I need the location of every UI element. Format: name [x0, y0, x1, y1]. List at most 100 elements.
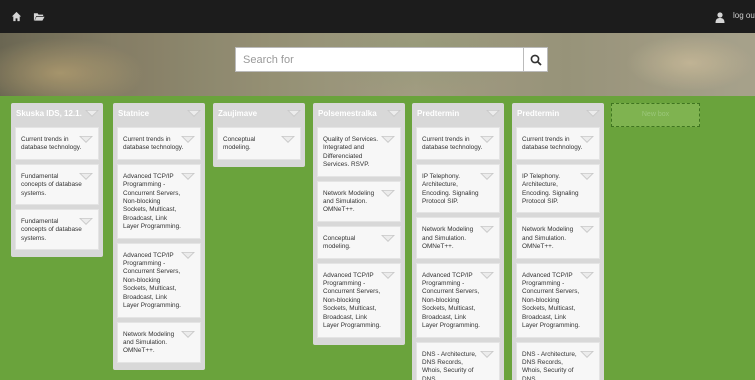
search-bar	[235, 47, 548, 72]
card[interactable]: Advanced TCP/IP Programming - Concurrent…	[317, 262, 401, 338]
chevron-down-icon[interactable]	[181, 131, 195, 143]
card[interactable]: Advanced TCP/IP Programming - Concurrent…	[516, 262, 600, 338]
list-column: Predtermin Current trends in database tec…	[512, 103, 604, 380]
search-button[interactable]	[523, 47, 548, 72]
chevron-down-icon[interactable]	[381, 185, 395, 197]
search-icon	[530, 54, 542, 66]
chevron-down-icon[interactable]	[580, 267, 594, 279]
card[interactable]: Fundamental concepts of database systems…	[15, 209, 99, 251]
card[interactable]: Advanced TCP/IP Programming - Concurrent…	[117, 163, 201, 239]
card-text: Network Modeling and Simulation. OMNeT++…	[123, 330, 175, 355]
card-text: Current trends in database technology.	[522, 136, 583, 152]
list-column: Predtermin Current trends in database tec…	[412, 103, 504, 380]
chevron-down-icon[interactable]	[79, 213, 93, 226]
list-title: Predtermin	[517, 109, 560, 118]
chevron-down-icon[interactable]	[586, 105, 600, 117]
chevron-down-icon[interactable]	[281, 131, 295, 143]
chevron-down-icon[interactable]	[79, 131, 93, 143]
list-header: Skuska IDS, 12.1.	[11, 103, 103, 127]
list-title: Statnice	[118, 109, 150, 118]
card[interactable]: DNS - Architecture, DNS Records, Whois, …	[416, 341, 500, 380]
chevron-down-icon[interactable]	[387, 105, 401, 117]
card[interactable]: Network Modeling and Simulation. OMNeT++…	[416, 217, 500, 259]
chevron-down-icon[interactable]	[480, 346, 494, 358]
folder-icon[interactable]	[33, 9, 47, 23]
chevron-down-icon[interactable]	[480, 221, 494, 234]
chevron-down-icon[interactable]	[381, 267, 395, 279]
card-text: Network Modeling and Simulation. OMNeT++…	[522, 226, 574, 251]
chevron-down-icon[interactable]	[480, 168, 494, 180]
card-text: Current trends in database technology.	[422, 136, 483, 152]
chevron-down-icon[interactable]	[187, 105, 201, 117]
chevron-down-icon[interactable]	[181, 168, 195, 180]
card-text: Conceptual modeling.	[223, 136, 256, 152]
card[interactable]: IP Telephony. Architecture, Encoding. Si…	[516, 163, 600, 214]
card-text: Advanced TCP/IP Programming - Concurrent…	[123, 251, 181, 310]
card-text: Advanced TCP/IP Programming - Concurrent…	[123, 172, 181, 231]
logout-link[interactable]: log out	[733, 11, 755, 20]
chevron-down-icon[interactable]	[580, 168, 594, 180]
card[interactable]: Current trends in database technology.	[416, 127, 500, 160]
new-box-label: New box	[641, 111, 670, 118]
card[interactable]: Network Modeling and Simulation. OMNeT++…	[516, 217, 600, 259]
card[interactable]: Conceptual modeling.	[317, 225, 401, 259]
chevron-down-icon[interactable]	[580, 131, 594, 143]
card[interactable]: IP Telephony. Architecture, Encoding. Si…	[416, 163, 500, 214]
card-text: Advanced TCP/IP Programming - Concurrent…	[422, 271, 480, 330]
chevron-down-icon[interactable]	[480, 131, 494, 143]
chevron-down-icon[interactable]	[486, 105, 500, 117]
card-text: IP Telephony. Architecture, Encoding. Si…	[522, 172, 579, 206]
card[interactable]: Current trends in database technology.	[516, 127, 600, 160]
chevron-down-icon[interactable]	[381, 230, 395, 242]
list-header: Predtermin	[512, 103, 604, 127]
list-header: Predtermin	[412, 103, 504, 127]
list-title: Zaujimave	[218, 109, 258, 118]
card-text: Current trends in database technology.	[123, 136, 184, 152]
top-navbar: log out	[0, 0, 755, 33]
list-column: Polsemestralka Quality of Services. Integ…	[313, 103, 405, 345]
card-text: Advanced TCP/IP Programming - Concurrent…	[323, 271, 381, 330]
list-title: Polsemestralka	[318, 109, 377, 118]
card[interactable]: Quality of Services. Integrated and Diff…	[317, 127, 401, 177]
list-header: Polsemestralka	[313, 103, 405, 127]
chevron-down-icon[interactable]	[480, 267, 494, 279]
card-text: Network Modeling and Simulation. OMNeT++…	[422, 226, 474, 251]
card-text: Conceptual modeling.	[323, 234, 356, 251]
chevron-down-icon[interactable]	[79, 168, 93, 180]
home-icon[interactable]	[11, 9, 25, 23]
list-column: Statnice Current trends in database techn…	[113, 103, 205, 370]
card[interactable]: Fundamental concepts of database systems…	[15, 163, 99, 206]
list-column: Skuska IDS, 12.1. Current trends in datab…	[11, 103, 103, 258]
chevron-down-icon[interactable]	[181, 326, 195, 338]
card[interactable]: Conceptual modeling.	[217, 127, 301, 160]
card-text: Quality of Services. Integrated and Diff…	[323, 136, 379, 169]
chevron-down-icon[interactable]	[580, 346, 594, 358]
card-text: DNS - Architecture, DNS Records, Whois, …	[422, 350, 477, 380]
card[interactable]: Advanced TCP/IP Programming - Concurrent…	[117, 242, 201, 318]
card[interactable]: Current trends in database technology.	[117, 127, 201, 160]
chevron-down-icon[interactable]	[287, 105, 301, 117]
chevron-down-icon[interactable]	[181, 247, 195, 259]
card[interactable]: Network Modeling and Simulation. OMNeT++…	[317, 180, 401, 222]
list-header: Statnice	[113, 103, 205, 127]
list-title: Predtermin	[417, 109, 460, 118]
card[interactable]: Advanced TCP/IP Programming - Concurrent…	[416, 262, 500, 338]
card-text: Fundamental concepts of database systems…	[21, 218, 82, 242]
search-input[interactable]	[235, 47, 523, 72]
chevron-down-icon[interactable]	[85, 105, 99, 117]
card[interactable]: Network Modeling and Simulation. OMNeT++…	[117, 321, 201, 363]
card-text: Fundamental concepts of database systems…	[21, 172, 82, 197]
card-text: IP Telephony. Architecture, Encoding. Si…	[422, 172, 479, 206]
card-text: Advanced TCP/IP Programming - Concurrent…	[522, 271, 580, 330]
chevron-down-icon[interactable]	[580, 221, 594, 234]
card-text: DNS - Architecture, DNS Records, Whois, …	[522, 350, 577, 380]
card[interactable]: DNS - Architecture, DNS Records, Whois, …	[516, 341, 600, 380]
new-box-button[interactable]: New box	[611, 103, 700, 127]
list-title: Skuska IDS, 12.1.	[16, 109, 82, 118]
list-column: Zaujimave Conceptual modeling.	[213, 103, 305, 167]
card-text: Network Modeling and Simulation. OMNeT++…	[323, 189, 375, 214]
chevron-down-icon[interactable]	[381, 131, 395, 143]
card[interactable]: Current trends in database technology.	[15, 127, 99, 160]
list-header: Zaujimave	[213, 103, 305, 127]
user-icon	[715, 10, 725, 23]
